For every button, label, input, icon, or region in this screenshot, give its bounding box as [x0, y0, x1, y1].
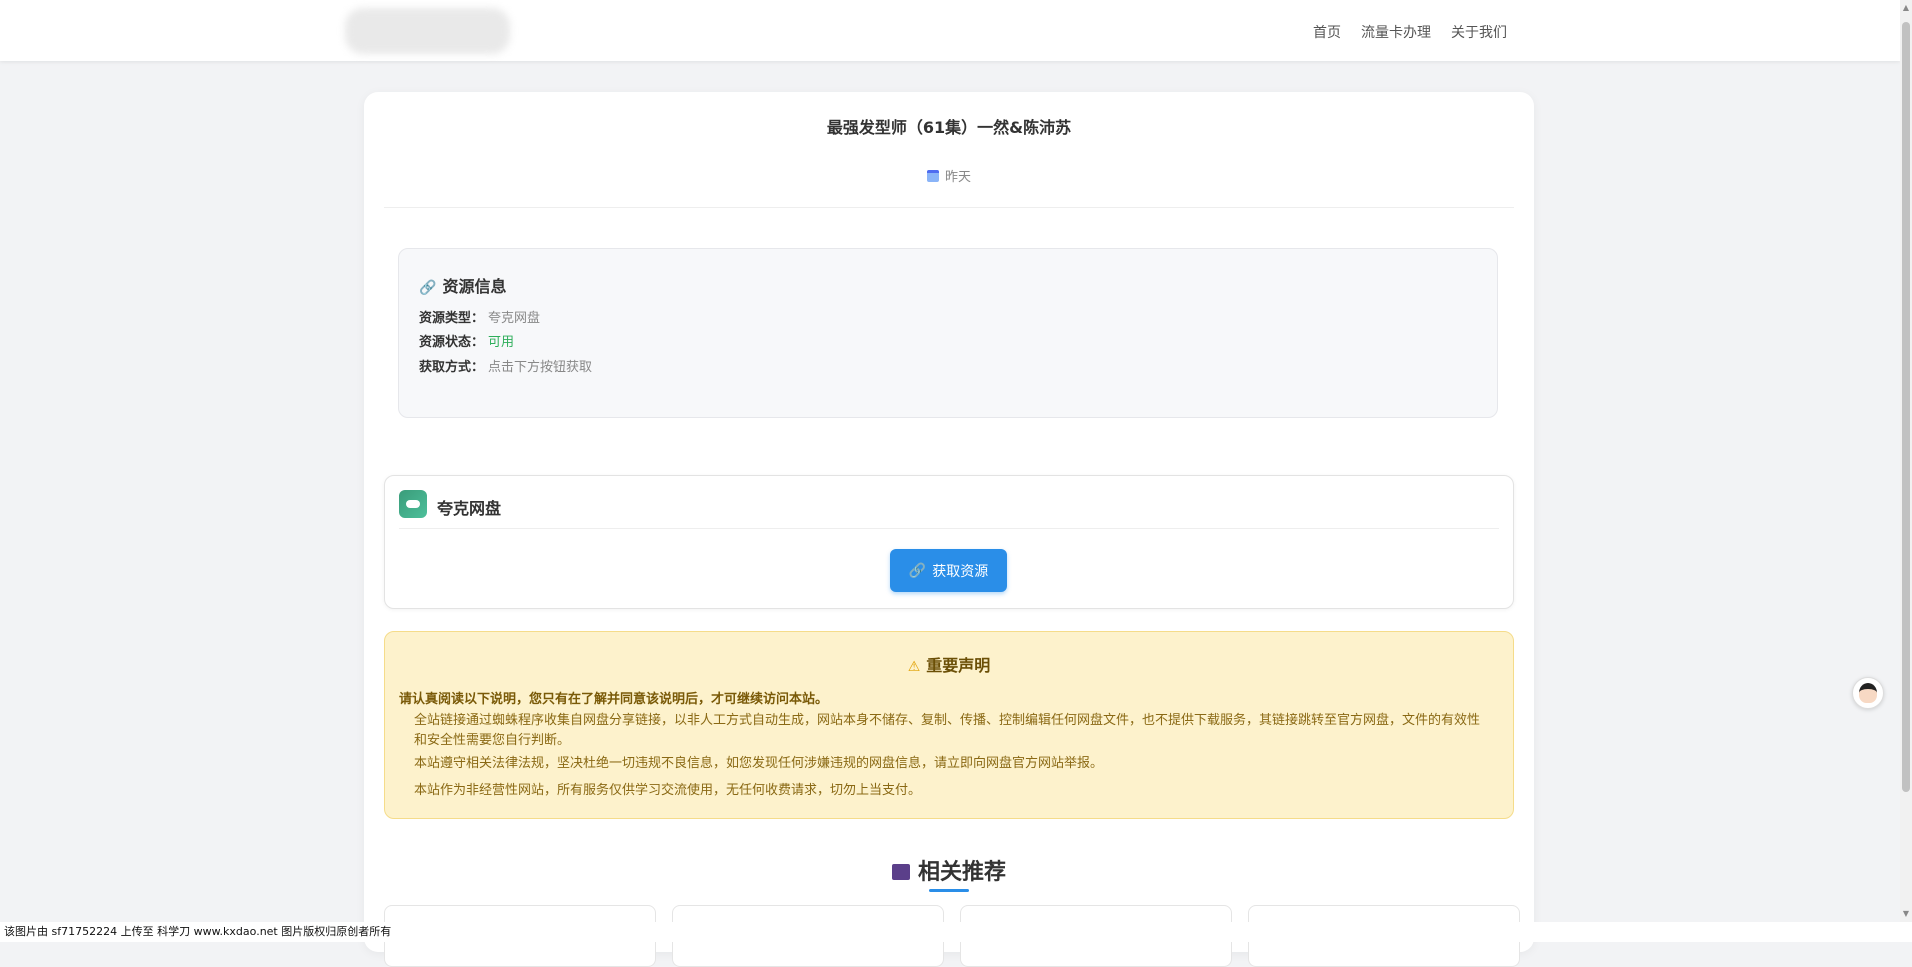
avatar-icon: [1859, 683, 1877, 703]
nav-link-about[interactable]: 关于我们: [1451, 22, 1507, 42]
resource-status-value: 可用: [488, 335, 515, 350]
related-heading-text: 相关推荐: [917, 860, 1006, 885]
post-date-text: 昨天: [944, 170, 971, 185]
disclaimer-heading-text: 重要声明: [926, 656, 991, 675]
nav-links: 首页 流量卡办理 关于我们: [1313, 22, 1507, 42]
customer-service-avatar[interactable]: [1852, 677, 1884, 709]
resource-type-value: 夸克网盘: [488, 311, 541, 326]
resource-info-heading-text: 资源信息: [442, 277, 507, 296]
disclaimer-heading: ⚠ 重要声明: [385, 652, 1513, 676]
calendar-icon: [926, 170, 939, 182]
link-icon: 🔗: [419, 280, 437, 296]
disclaimer-item: 本站作为非经营性网站，所有服务仅供学习交流使用，无任何收费请求，切勿上当支付。: [414, 783, 922, 798]
resource-status-row: 资源状态： 可用: [419, 331, 514, 350]
divider: [399, 528, 1499, 529]
nav-link-data-card[interactable]: 流量卡办理: [1361, 22, 1431, 42]
related-underline: [929, 889, 969, 892]
post-date: 昨天: [364, 166, 1534, 185]
pan-name: 夸克网盘: [437, 499, 502, 518]
resource-method-value: 点击下方按钮获取: [488, 360, 593, 375]
nav-link-home[interactable]: 首页: [1313, 22, 1341, 42]
scrollbar-thumb[interactable]: [1902, 22, 1910, 792]
resource-type-row: 资源类型： 夸克网盘: [419, 307, 540, 326]
resource-info-panel: 🔗 资源信息 资源类型： 夸克网盘 资源状态： 可用 获取方式： 点击下方按钮获取: [398, 248, 1498, 418]
scroll-down-icon[interactable]: ▼: [1902, 910, 1910, 918]
scroll-up-icon[interactable]: ▲: [1902, 4, 1910, 12]
link-icon: 🔗: [908, 562, 927, 579]
divider: [384, 207, 1514, 208]
site-logo[interactable]: [345, 8, 510, 54]
top-navbar: 首页 流量卡办理 关于我们: [0, 0, 1900, 61]
image-credit-bar: 该图片由 sf71752224 上传至 科学刀 www.kxdao.net 图片…: [0, 922, 1912, 942]
scrollbar[interactable]: ▲ ▼: [1900, 0, 1912, 922]
warning-icon: ⚠: [907, 659, 921, 675]
get-resource-button[interactable]: 🔗 获取资源: [890, 549, 1007, 592]
related-heading: 相关推荐: [364, 854, 1534, 886]
resource-method-row: 获取方式： 点击下方按钮获取: [419, 356, 592, 375]
resource-status-label: 资源状态：: [419, 335, 485, 350]
page-title: 最强发型师（61集）一然&陈沛苏: [826, 118, 1072, 137]
get-resource-button-label: 获取资源: [932, 563, 989, 580]
disclaimer-panel: ⚠ 重要声明 请认真阅读以下说明，您只有在了解并同意该说明后，才可继续访问本站。 …: [384, 631, 1514, 819]
resource-info-heading: 🔗 资源信息: [419, 273, 506, 297]
disclaimer-lead: 请认真阅读以下说明，您只有在了解并同意该说明后，才可继续访问本站。: [399, 692, 829, 707]
disclaimer-item: 本站遵守相关法律法规，坚决杜绝一切违规不良信息，如您发现任何涉嫌违规的网盘信息，…: [414, 756, 1104, 771]
quark-cloud-icon: [399, 490, 427, 518]
resource-method-label: 获取方式：: [419, 360, 485, 375]
resource-type-label: 资源类型：: [419, 311, 485, 326]
quark-pan-panel: 夸克网盘 🔗 获取资源: [384, 475, 1514, 609]
clapperboard-icon: [891, 864, 910, 880]
disclaimer-item: 全站链接通过蜘蛛程序收集自网盘分享链接，以非人工方式自动生成，网站本身不储存、复…: [414, 713, 1481, 748]
article-card: 最强发型师（61集）一然&陈沛苏 昨天 🔗 资源信息 资源类型： 夸克网盘 资源状态…: [364, 92, 1534, 967]
